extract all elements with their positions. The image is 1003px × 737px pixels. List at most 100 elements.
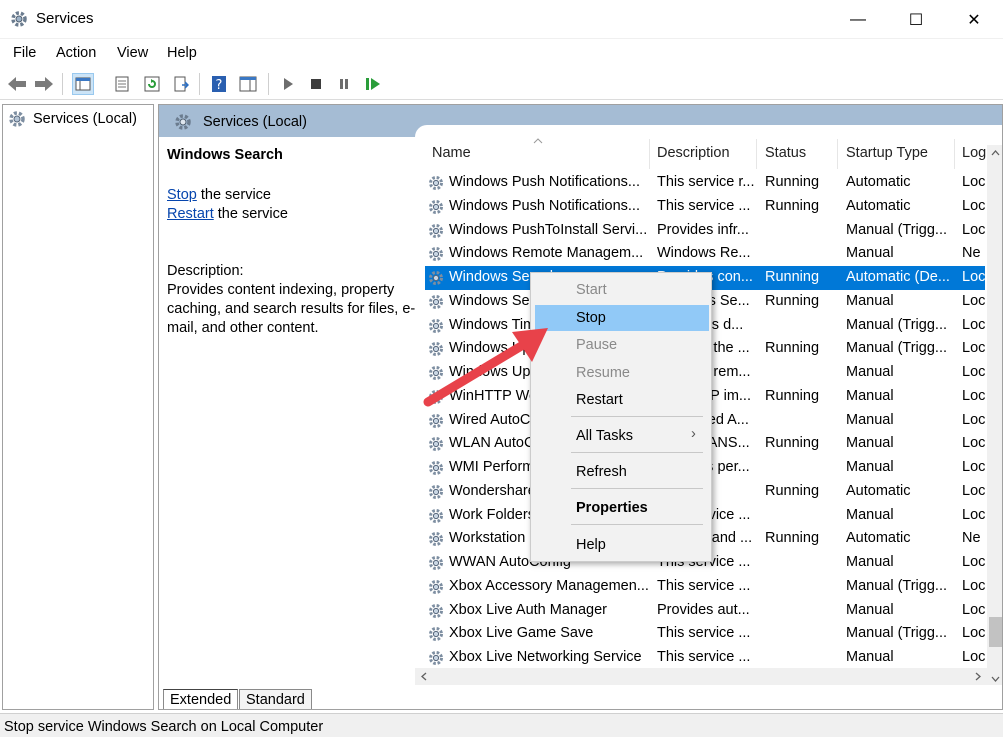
service-gear-icon xyxy=(429,223,443,238)
service-row[interactable]: Windows Remote Managem... Windows Re... Ma… xyxy=(425,242,985,266)
description-line: mail, and other content. xyxy=(167,320,319,336)
show-console-tree-button[interactable] xyxy=(72,73,94,95)
service-logon-cell: Loc xyxy=(962,292,985,309)
close-button[interactable]: ✕ xyxy=(945,0,1003,39)
scroll-down-icon[interactable] xyxy=(991,676,1000,682)
stop-service-link[interactable]: Stop xyxy=(167,187,197,203)
vertical-scrollbar[interactable] xyxy=(987,145,1002,685)
service-gear-icon xyxy=(429,271,443,285)
menu-item-label: Pause xyxy=(576,337,618,353)
export-list-button[interactable] xyxy=(170,73,192,95)
service-row[interactable]: Xbox Live Auth Manager Provides aut... Man… xyxy=(425,599,985,623)
menu-item-resume[interactable]: Resume xyxy=(535,360,709,386)
vertical-scroll-thumb[interactable] xyxy=(989,617,1002,647)
menu-item-help[interactable]: Help xyxy=(535,532,709,558)
column-header-status[interactable]: Status xyxy=(765,145,806,169)
pause-service-button[interactable] xyxy=(333,73,355,95)
restart-service-button[interactable] xyxy=(362,73,384,95)
service-row[interactable]: Windows Push Notifications... This servic… xyxy=(425,195,985,219)
service-description-cell: This service ... xyxy=(657,577,751,594)
service-logon-cell: Loc xyxy=(962,435,985,452)
service-row[interactable]: Xbox Accessory Managemen... This service … xyxy=(425,575,985,599)
menu-item-label: Properties xyxy=(576,500,648,516)
service-logon-cell: Loc xyxy=(962,625,985,642)
minimize-button[interactable]: — xyxy=(829,0,887,39)
tree-item-label: Services (Local) xyxy=(33,111,137,127)
column-divider[interactable] xyxy=(649,139,650,169)
service-startup-cell: Manual xyxy=(846,387,894,404)
context-menu: Start Stop Pause Resume Restart All Task… xyxy=(530,272,712,562)
scroll-left-icon[interactable] xyxy=(421,672,427,681)
menu-file[interactable]: File xyxy=(13,45,36,61)
service-status-cell: Running xyxy=(765,174,820,190)
service-logon-cell: Loc xyxy=(962,221,985,238)
service-description-cell: Provides infr... xyxy=(657,221,749,238)
pause-icon xyxy=(340,79,348,89)
service-description-cell: This service ... xyxy=(657,197,751,214)
back-button[interactable] xyxy=(6,73,28,95)
tree-item-services-local[interactable]: Services (Local) xyxy=(7,109,137,129)
play-icon xyxy=(284,78,293,90)
service-startup-cell: Automatic (De... xyxy=(846,269,950,285)
scroll-up-icon[interactable] xyxy=(991,150,1000,156)
service-startup-cell: Manual (Trigg... xyxy=(846,221,947,238)
forward-button[interactable] xyxy=(33,73,55,95)
menu-item-refresh[interactable]: Refresh xyxy=(535,459,709,485)
column-header-log-on-as[interactable]: Log xyxy=(962,145,986,169)
menu-bar: File Action View Help xyxy=(0,40,1003,68)
service-logon-cell: Loc xyxy=(962,411,985,428)
menu-help[interactable]: Help xyxy=(167,45,197,61)
maximize-icon: ☐ xyxy=(908,11,924,29)
service-logon-cell: Loc xyxy=(962,459,985,475)
menu-item-pause[interactable]: Pause xyxy=(535,332,709,358)
service-gear-icon xyxy=(429,627,443,642)
service-status-cell: Running xyxy=(765,530,820,547)
service-logon-cell: Loc xyxy=(962,387,985,404)
service-name-cell: Windows Push Notifications... xyxy=(449,174,640,190)
menu-item-restart[interactable]: Restart xyxy=(535,387,709,413)
menu-item-all-tasks[interactable]: All Tasks › xyxy=(535,423,709,449)
column-header-startup-type[interactable]: Startup Type xyxy=(846,145,928,169)
restart-service-link[interactable]: Restart xyxy=(167,206,214,222)
refresh-toolbar-button[interactable] xyxy=(141,73,163,95)
help-toolbar-button[interactable]: ? xyxy=(208,73,230,95)
menu-item-label: Resume xyxy=(576,365,630,381)
menu-item-properties[interactable]: Properties xyxy=(535,495,709,521)
column-divider[interactable] xyxy=(837,139,838,169)
horizontal-scrollbar[interactable] xyxy=(415,668,987,685)
maximize-button[interactable]: ☐ xyxy=(887,0,945,39)
service-status-cell: Running xyxy=(765,269,820,285)
menu-item-label: Refresh xyxy=(576,464,627,480)
column-header-description[interactable]: Description xyxy=(657,145,730,169)
start-service-button[interactable] xyxy=(277,73,299,95)
properties-toolbar-button[interactable] xyxy=(111,73,133,95)
menu-separator xyxy=(571,416,703,417)
service-name-cell: Xbox Accessory Managemen... xyxy=(449,577,649,594)
service-row[interactable]: Windows Push Notifications... This servic… xyxy=(425,171,985,195)
menu-item-label: Help xyxy=(576,537,606,553)
close-icon: ✕ xyxy=(967,11,981,29)
column-divider[interactable] xyxy=(756,139,757,169)
menu-item-label: Restart xyxy=(576,392,623,408)
menu-action[interactable]: Action xyxy=(56,45,96,61)
menu-view[interactable]: View xyxy=(117,45,148,61)
service-gear-icon xyxy=(429,389,443,404)
column-header-name[interactable]: Name xyxy=(432,145,471,169)
tab-standard[interactable]: Standard xyxy=(239,689,312,709)
menu-item-stop[interactable]: Stop xyxy=(535,305,709,331)
service-gear-icon xyxy=(429,556,443,570)
service-row[interactable]: Windows PushToInstall Servi... Provides i… xyxy=(425,219,985,243)
service-logon-cell: Loc xyxy=(962,269,985,285)
show-action-pane-button[interactable] xyxy=(237,73,259,95)
scroll-right-icon[interactable] xyxy=(975,672,981,681)
stop-action: Stop the service xyxy=(167,187,271,203)
service-logon-cell: Loc xyxy=(962,482,985,499)
tab-extended[interactable]: Extended xyxy=(163,689,239,709)
service-row[interactable]: Xbox Live Networking Service This service… xyxy=(425,646,985,670)
service-startup-cell: Manual xyxy=(846,411,894,428)
column-divider[interactable] xyxy=(954,139,955,169)
service-logon-cell: Loc xyxy=(962,601,985,618)
service-row[interactable]: Xbox Live Game Save This service ... Manua… xyxy=(425,622,985,646)
menu-item-start[interactable]: Start xyxy=(535,277,709,303)
stop-service-button[interactable] xyxy=(305,73,327,95)
